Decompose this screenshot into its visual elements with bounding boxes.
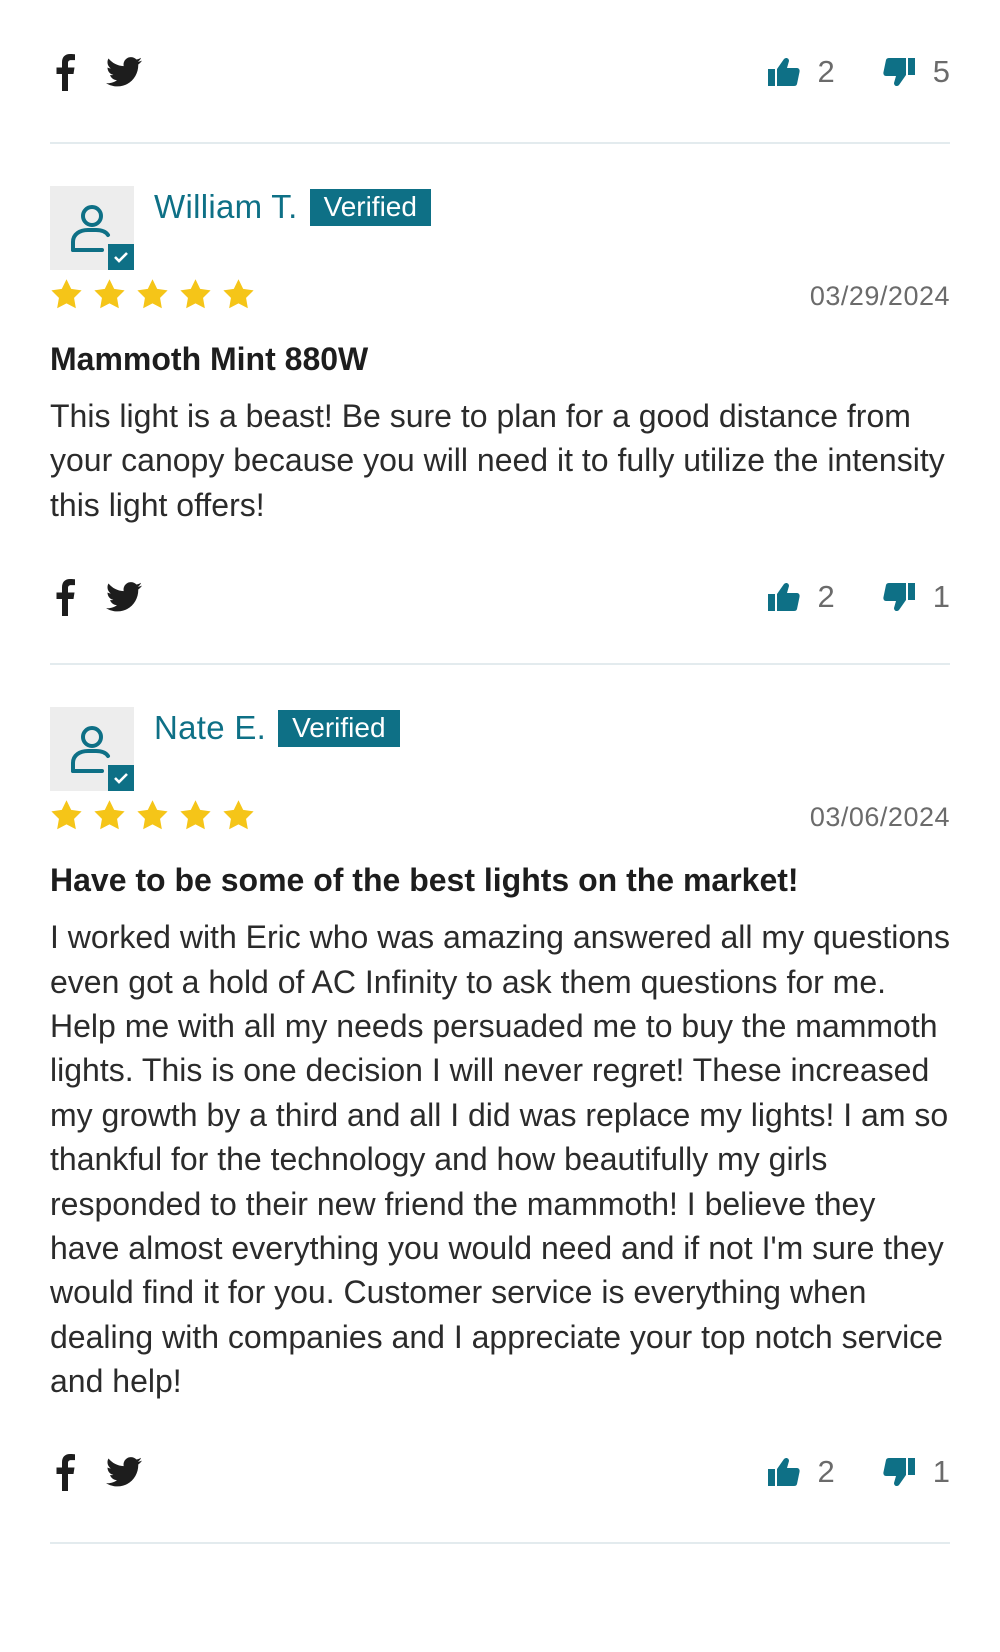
upvote-button[interactable]: 2 — [767, 579, 835, 615]
thumbs-down-icon — [883, 57, 915, 87]
review-header: William T. Verified — [50, 186, 950, 270]
rating-row: 03/06/2024 — [50, 799, 950, 836]
facebook-icon[interactable] — [54, 53, 76, 91]
review-actions: 2 1 — [50, 567, 950, 627]
vote-controls: 2 1 — [767, 579, 950, 615]
star-icon — [50, 799, 83, 836]
review-title: Mammoth Mint 880W — [50, 341, 369, 377]
downvote-count: 1 — [932, 1453, 950, 1489]
twitter-icon[interactable] — [106, 582, 142, 612]
upvote-count: 2 — [817, 54, 835, 89]
review-date: 03/06/2024 — [809, 802, 950, 833]
thumbs-down-icon — [883, 582, 915, 612]
review-actions: 2 1 — [50, 1442, 950, 1502]
reviews-list: 2 5 William T. Verified 03/29/2024 Mammo… — [50, 0, 950, 1544]
review-body: This light is a beast! Be sure to plan f… — [50, 398, 945, 523]
share-links — [54, 53, 142, 91]
thumbs-up-icon — [767, 57, 800, 87]
divider — [50, 663, 950, 666]
vote-controls: 2 1 — [767, 1453, 950, 1490]
facebook-icon[interactable] — [54, 578, 76, 617]
downvote-button[interactable]: 1 — [883, 579, 950, 615]
star-icon — [179, 278, 212, 315]
share-links — [54, 1453, 142, 1491]
downvote-button[interactable]: 1 — [883, 1454, 950, 1490]
upvote-count: 2 — [817, 1453, 835, 1489]
review-date: 03/29/2024 — [809, 281, 950, 311]
review-body: I worked with Eric who was amazing answe… — [50, 919, 950, 1400]
reviewer-info: Nate E. Verified — [154, 709, 400, 747]
reviewer-name: William T. — [154, 188, 298, 225]
star-icon — [136, 799, 169, 836]
reviewer-info: William T. Verified — [154, 188, 431, 226]
divider — [50, 142, 950, 144]
share-links — [54, 578, 142, 617]
previous-review-actions: 2 5 — [50, 42, 950, 102]
star-rating — [50, 799, 255, 836]
check-icon — [108, 244, 134, 270]
review-title: Have to be some of the best lights on th… — [50, 862, 799, 899]
avatar — [50, 186, 134, 270]
downvote-count: 1 — [932, 579, 950, 615]
thumbs-up-icon — [767, 1457, 800, 1487]
upvote-button[interactable]: 2 — [767, 54, 835, 90]
downvote-button[interactable]: 5 — [883, 54, 950, 90]
star-icon — [93, 799, 126, 836]
star-icon — [222, 799, 255, 836]
divider — [50, 1541, 950, 1544]
verified-badge: Verified — [309, 188, 431, 226]
star-rating — [50, 278, 255, 315]
star-icon — [93, 278, 126, 315]
upvote-button[interactable]: 2 — [767, 1453, 835, 1490]
star-icon — [136, 278, 169, 315]
downvote-count: 5 — [932, 54, 950, 89]
star-icon — [179, 799, 212, 836]
check-icon — [108, 765, 134, 792]
twitter-icon[interactable] — [106, 1456, 142, 1487]
thumbs-down-icon — [883, 1457, 915, 1487]
avatar — [50, 707, 134, 792]
review-header: Nate E. Verified — [50, 707, 950, 792]
reviewer-name: Nate E. — [154, 709, 267, 747]
review-card: William T. Verified 03/29/2024 Mammoth M… — [50, 186, 950, 627]
facebook-icon[interactable] — [54, 1453, 76, 1491]
rating-row: 03/29/2024 — [50, 278, 950, 315]
twitter-icon[interactable] — [106, 57, 142, 87]
vote-controls: 2 5 — [767, 54, 950, 90]
verified-badge: Verified — [278, 709, 400, 747]
thumbs-up-icon — [767, 582, 800, 612]
star-icon — [222, 278, 255, 315]
upvote-count: 2 — [817, 579, 835, 615]
review-card: Nate E. Verified 03/06/2024 Have to be s… — [50, 707, 950, 1501]
star-icon — [50, 278, 83, 315]
